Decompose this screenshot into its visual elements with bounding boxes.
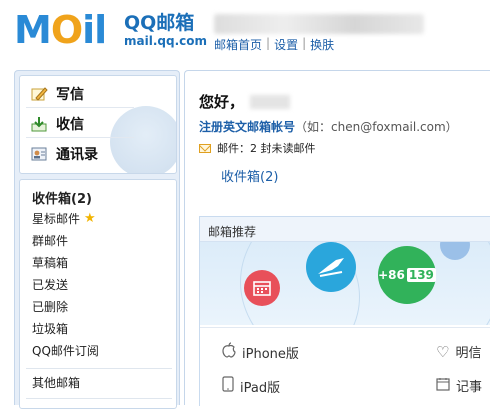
compose-label: 写信 [56,87,84,103]
link-settings[interactable]: 设置 [274,36,298,53]
folder-sent[interactable]: 已发送 [32,276,68,293]
divider [26,107,134,108]
phone-number-bubble: +86 139 [378,246,436,304]
contacts-button[interactable]: 通讯录 [30,144,98,164]
other-mailboxes-label: 其他邮箱 [32,376,81,390]
other-mailboxes[interactable]: 其他邮箱 [32,374,80,391]
folder-inbox[interactable]: 收件箱(2) [32,188,92,207]
brand-url: mail.qq.com [124,34,207,48]
promo-banner[interactable]: +86 139 [200,242,490,325]
logo-text: QQ邮箱 mail.qq.com [124,12,207,48]
divider [26,137,134,138]
app-label: 明信 [455,346,482,361]
heart-icon: ♡ [436,342,450,361]
receive-button[interactable]: 收信 [30,114,84,134]
compose-button[interactable]: 写信 [30,84,84,104]
folder-list: 收件箱(2) 星标邮件 ★ 群邮件 草稿箱 已发送 已删除 垃圾箱 QQ邮件订阅… [19,179,177,409]
inbox-link[interactable]: 收件箱(2) [221,166,278,185]
address-book-icon [30,145,48,163]
separator: | [302,36,307,50]
divider [26,398,172,399]
calendar-bubble-icon [244,270,280,306]
app-postcard[interactable]: ♡ 明信 [436,342,482,362]
logo-wordmark: MOil [14,8,107,52]
folder-label: 草稿箱 [32,256,69,270]
header: MOil QQ邮箱 mail.qq.com 邮箱首页 | 设置 | 换肤 [0,0,490,66]
folder-spam[interactable]: 垃圾箱 [32,320,68,337]
folder-label: 收件箱(2) [32,192,92,207]
inbox-download-icon [30,115,48,133]
apple-icon [222,342,236,362]
country-code: +86 [378,268,405,282]
unread-text: 邮件：2 封未读邮件 [217,142,316,155]
phone-prefix: 139 [406,268,436,282]
star-icon: ★ [84,211,96,226]
recommend-panel: 邮箱推荐 +86 139 iPhone版 ♡ 明信 iPad版 记事 [199,216,490,407]
username-blurred [250,94,291,109]
pen-icon [30,85,48,103]
register-label: 注册英文邮箱帐号 [199,120,296,134]
app-label: iPad版 [240,380,281,396]
sidebar: 写信 收信 通讯录 收件箱(2) 星标邮件 ★ 群邮件 草稿箱 已发送 已删除 … [14,70,180,409]
app-ipad[interactable]: iPad版 [222,376,280,396]
top-links: 邮箱首页 | 设置 | 换肤 [214,36,334,53]
brand-name: QQ邮箱 [124,12,195,34]
folder-drafts[interactable]: 草稿箱 [32,254,68,271]
divider [26,368,172,369]
folder-label: 星标邮件 [32,212,81,226]
penguin-watermark [110,106,176,173]
app-list: iPhone版 ♡ 明信 iPad版 记事 [200,327,490,407]
app-label: 记事 [456,380,483,395]
folder-label: 已删除 [32,300,69,314]
quick-actions: 写信 收信 通讯录 [19,75,177,174]
qq-mail-logo[interactable]: MOil [14,8,107,52]
receive-label: 收信 [56,117,84,133]
folder-starred[interactable]: 星标邮件 ★ [32,210,96,227]
greeting-text: 您好， [199,93,245,111]
folder-subscriptions[interactable]: QQ邮件订阅 [32,342,99,359]
app-label: iPhone版 [242,346,299,362]
swallow-bubble-icon [306,242,356,292]
register-english-account-link[interactable]: 注册英文邮箱帐号（如：chen@foxmail.com） [199,118,458,135]
link-skin[interactable]: 换肤 [310,36,334,53]
folder-label: 垃圾箱 [32,322,69,336]
contacts-label: 通讯录 [56,147,98,163]
folder-deleted[interactable]: 已删除 [32,298,68,315]
unread-status: 邮件：2 封未读邮件 [199,140,316,156]
tablet-icon [222,376,234,396]
folder-label: 群邮件 [32,234,69,248]
main-content: 您好， 注册英文邮箱帐号（如：chen@foxmail.com） 邮件：2 封未… [184,70,490,407]
envelope-icon [199,143,211,153]
greeting: 您好， [199,91,291,112]
app-notes[interactable]: 记事 [436,376,482,395]
separator: | [266,36,271,50]
panel-title: 邮箱推荐 [200,217,490,242]
account-name-blurred [214,14,424,34]
folder-label: 已发送 [32,278,69,292]
folder-label: QQ邮件订阅 [32,344,99,358]
folder-group-mail[interactable]: 群邮件 [32,232,68,249]
link-mail-home[interactable]: 邮箱首页 [214,36,262,53]
register-hint: （如：chen@foxmail.com） [295,120,458,134]
app-iphone[interactable]: iPhone版 [222,342,299,362]
calendar-icon [436,377,450,395]
